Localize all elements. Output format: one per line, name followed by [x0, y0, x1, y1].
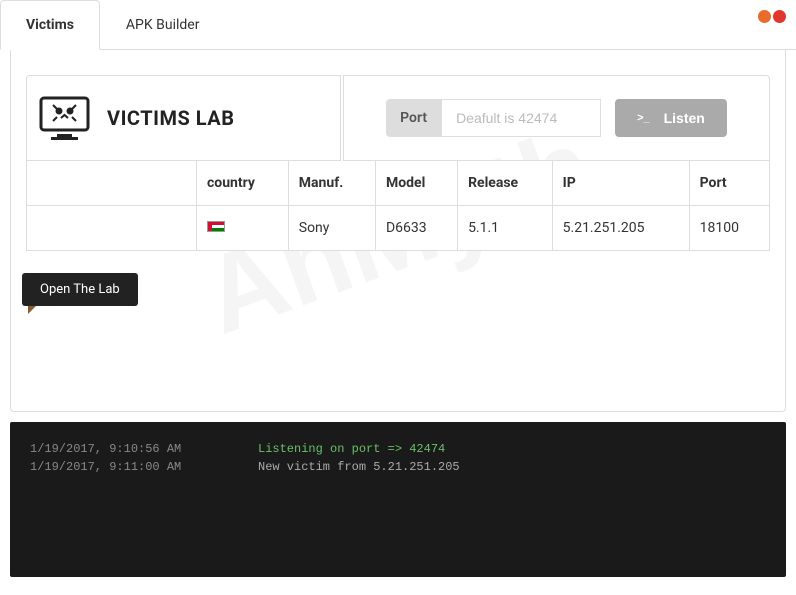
listen-button[interactable]: >_ Listen — [615, 99, 727, 137]
console-line: 1/19/2017, 9:11:00 AM New victim from 5.… — [30, 460, 766, 474]
tab-label: APK Builder — [126, 17, 200, 33]
cell-port: 18100 — [689, 206, 769, 251]
col-model: Model — [375, 161, 457, 206]
console-line: 1/19/2017, 9:10:56 AM Listening on port … — [30, 442, 766, 456]
tab-victims[interactable]: Victims — [0, 0, 100, 50]
window-controls — [758, 10, 786, 23]
tab-label: Victims — [26, 17, 74, 33]
listen-label: Listen — [664, 110, 705, 126]
tooltip-tail-icon — [28, 306, 36, 314]
console-message: Listening on port => 42474 — [258, 442, 445, 456]
main-panel: AhMyth — [10, 50, 786, 412]
console-timestamp: 1/19/2017, 9:11:00 AM — [30, 460, 258, 474]
window-minimize-icon[interactable] — [758, 10, 771, 23]
port-input[interactable] — [441, 99, 601, 137]
col-country: country — [197, 161, 289, 206]
lab-header: VICTIMS LAB Port >_ Listen — [26, 75, 770, 161]
terminal-icon: >_ — [637, 112, 650, 124]
skull-monitor-icon — [37, 94, 92, 142]
col-ip: IP — [552, 161, 689, 206]
console-message: New victim from 5.21.251.205 — [258, 460, 460, 474]
cell-action — [27, 206, 197, 251]
col-port: Port — [689, 161, 769, 206]
col-manuf: Manuf. — [288, 161, 375, 206]
cell-release: 5.1.1 — [458, 206, 553, 251]
cell-manuf: Sony — [288, 206, 375, 251]
col-release: Release — [458, 161, 553, 206]
victims-table: country Manuf. Model Release IP Port — [26, 161, 770, 251]
tabs-bar: Victims APK Builder — [0, 0, 796, 50]
console-log: 1/19/2017, 9:10:56 AM Listening on port … — [10, 422, 786, 577]
tab-apk-builder[interactable]: APK Builder — [100, 0, 226, 50]
tooltip-text: Open The Lab — [22, 273, 138, 306]
table-header-row: country Manuf. Model Release IP Port — [27, 161, 770, 206]
port-label: Port — [386, 99, 441, 137]
listen-controls: Port >_ Listen — [343, 75, 770, 161]
cell-model: D6633 — [375, 206, 457, 251]
window-close-icon[interactable] — [773, 10, 786, 23]
open-lab-tooltip[interactable]: Open The Lab — [22, 273, 138, 306]
flag-icon — [207, 221, 225, 232]
cell-ip: 5.21.251.205 — [552, 206, 689, 251]
cell-country — [197, 206, 289, 251]
table-row[interactable]: Sony D6633 5.1.1 5.21.251.205 18100 — [27, 206, 770, 251]
lab-title-box: VICTIMS LAB — [26, 75, 341, 161]
col-empty — [27, 161, 197, 206]
console-timestamp: 1/19/2017, 9:10:56 AM — [30, 442, 258, 456]
lab-title: VICTIMS LAB — [107, 106, 234, 130]
